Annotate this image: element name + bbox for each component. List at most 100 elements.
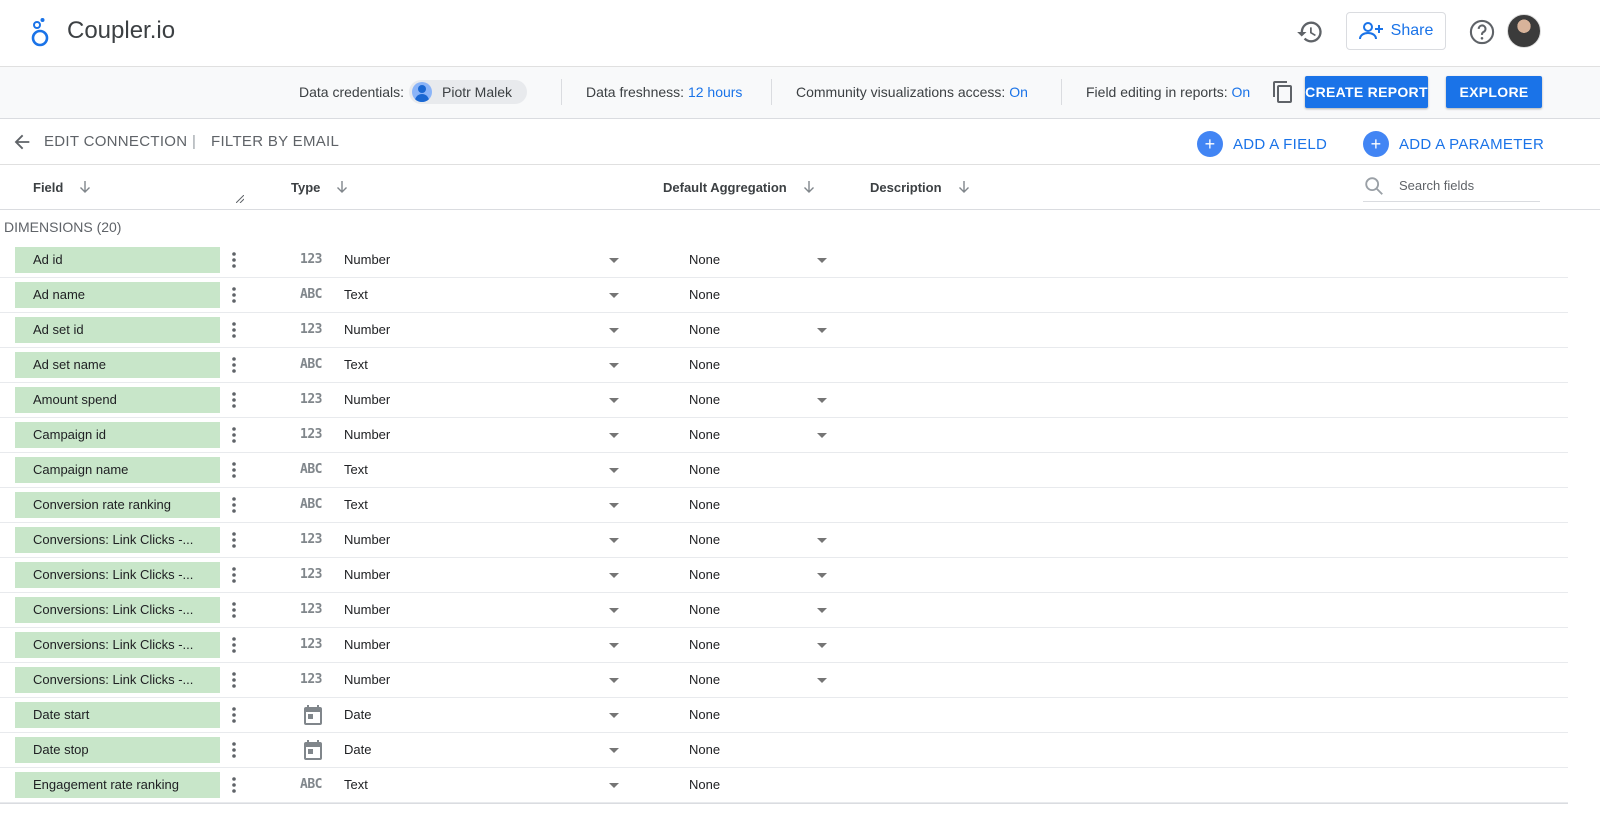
community-value[interactable]: On	[1009, 84, 1028, 100]
aggregation-value[interactable]: None	[689, 322, 720, 337]
field-type-value[interactable]: Text	[344, 357, 368, 372]
aggregation-value[interactable]: None	[689, 602, 720, 617]
field-type-value[interactable]: Number	[344, 532, 390, 547]
explore-button[interactable]: EXPLORE	[1446, 76, 1542, 108]
field-name-chip[interactable]: Conversions: Link Clicks -...	[15, 527, 220, 553]
more-vert-icon[interactable]	[229, 531, 239, 549]
more-vert-icon[interactable]	[229, 601, 239, 619]
field-type-value[interactable]: Number	[344, 252, 390, 267]
aggregation-dropdown-arrow-icon[interactable]	[817, 678, 827, 683]
type-dropdown-arrow-icon[interactable]	[609, 433, 619, 438]
type-dropdown-arrow-icon[interactable]	[609, 783, 619, 788]
aggregation-value[interactable]: None	[689, 392, 720, 407]
field-name-chip[interactable]: Amount spend	[15, 387, 220, 413]
freshness-value[interactable]: 12 hours	[688, 84, 742, 100]
search-fields[interactable]	[1363, 175, 1541, 202]
field-name-chip[interactable]: Campaign id	[15, 422, 220, 448]
type-dropdown-arrow-icon[interactable]	[609, 608, 619, 613]
aggregation-value[interactable]: None	[689, 252, 720, 267]
more-vert-icon[interactable]	[229, 321, 239, 339]
more-vert-icon[interactable]	[229, 706, 239, 724]
field-editing[interactable]: Field editing in reports: On	[1086, 84, 1250, 100]
more-vert-icon[interactable]	[229, 776, 239, 794]
type-dropdown-arrow-icon[interactable]	[609, 468, 619, 473]
share-button[interactable]: Share	[1346, 12, 1446, 50]
field-name-chip[interactable]: Date stop	[15, 737, 220, 763]
field-name-chip[interactable]: Date start	[15, 702, 220, 728]
more-vert-icon[interactable]	[229, 671, 239, 689]
type-dropdown-arrow-icon[interactable]	[609, 293, 619, 298]
field-name-chip[interactable]: Ad id	[15, 247, 220, 273]
aggregation-column-header[interactable]: Default Aggregation	[663, 179, 817, 195]
edit-connection-link[interactable]: EDIT CONNECTION	[44, 133, 187, 150]
type-dropdown-arrow-icon[interactable]	[609, 573, 619, 578]
aggregation-value[interactable]: None	[689, 672, 720, 687]
aggregation-value[interactable]: None	[689, 637, 720, 652]
aggregation-value[interactable]: None	[689, 567, 720, 582]
field-type-value[interactable]: Text	[344, 777, 368, 792]
field-name-chip[interactable]: Campaign name	[15, 457, 220, 483]
field-name-chip[interactable]: Conversions: Link Clicks -...	[15, 562, 220, 588]
more-vert-icon[interactable]	[229, 356, 239, 374]
field-name-chip[interactable]: Conversions: Link Clicks -...	[15, 667, 220, 693]
field-name-chip[interactable]: Engagement rate ranking	[15, 772, 220, 798]
sort-arrow-icon[interactable]	[77, 179, 93, 195]
search-input[interactable]	[1397, 177, 1541, 194]
more-vert-icon[interactable]	[229, 636, 239, 654]
description-column-header[interactable]: Description	[870, 179, 972, 195]
field-type-value[interactable]: Text	[344, 497, 368, 512]
copy-icon[interactable]	[1271, 80, 1295, 104]
history-icon[interactable]	[1296, 18, 1324, 46]
field-type-value[interactable]: Number	[344, 602, 390, 617]
aggregation-dropdown-arrow-icon[interactable]	[817, 538, 827, 543]
field-name-chip[interactable]: Ad set id	[15, 317, 220, 343]
community-visualizations[interactable]: Community visualizations access: On	[796, 84, 1028, 100]
type-dropdown-arrow-icon[interactable]	[609, 678, 619, 683]
type-dropdown-arrow-icon[interactable]	[609, 503, 619, 508]
aggregation-dropdown-arrow-icon[interactable]	[817, 433, 827, 438]
aggregation-value[interactable]: None	[689, 532, 720, 547]
credentials-user-chip[interactable]: Piotr Malek	[409, 80, 527, 104]
type-column-header[interactable]: Type	[291, 179, 350, 195]
type-dropdown-arrow-icon[interactable]	[609, 363, 619, 368]
field-column-header[interactable]: Field	[33, 179, 93, 195]
more-vert-icon[interactable]	[229, 461, 239, 479]
create-report-button[interactable]: CREATE REPORT	[1305, 76, 1428, 108]
field-name-chip[interactable]: Ad name	[15, 282, 220, 308]
aggregation-dropdown-arrow-icon[interactable]	[817, 258, 827, 263]
field-type-value[interactable]: Number	[344, 322, 390, 337]
filter-by-email-link[interactable]: FILTER BY EMAIL	[211, 133, 339, 150]
data-freshness[interactable]: Data freshness: 12 hours	[586, 84, 742, 100]
more-vert-icon[interactable]	[229, 391, 239, 409]
field-type-value[interactable]: Text	[344, 287, 368, 302]
aggregation-dropdown-arrow-icon[interactable]	[817, 643, 827, 648]
back-arrow-icon[interactable]	[11, 131, 33, 153]
sort-arrow-icon[interactable]	[801, 179, 817, 195]
aggregation-dropdown-arrow-icon[interactable]	[817, 398, 827, 403]
field-type-value[interactable]: Number	[344, 427, 390, 442]
field-type-value[interactable]: Number	[344, 392, 390, 407]
field-type-value[interactable]: Date	[344, 742, 371, 757]
type-dropdown-arrow-icon[interactable]	[609, 748, 619, 753]
field-type-value[interactable]: Date	[344, 707, 371, 722]
field-type-value[interactable]: Number	[344, 672, 390, 687]
more-vert-icon[interactable]	[229, 286, 239, 304]
aggregation-dropdown-arrow-icon[interactable]	[817, 573, 827, 578]
aggregation-dropdown-arrow-icon[interactable]	[817, 328, 827, 333]
field-name-chip[interactable]: Conversion rate ranking	[15, 492, 220, 518]
more-vert-icon[interactable]	[229, 741, 239, 759]
field-editing-value[interactable]: On	[1232, 84, 1251, 100]
more-vert-icon[interactable]	[229, 426, 239, 444]
type-dropdown-arrow-icon[interactable]	[609, 538, 619, 543]
add-parameter-button[interactable]: + ADD A PARAMETER	[1363, 131, 1544, 157]
aggregation-value[interactable]: None	[689, 427, 720, 442]
help-icon[interactable]	[1468, 18, 1496, 46]
sort-arrow-icon[interactable]	[956, 179, 972, 195]
sort-arrow-icon[interactable]	[334, 179, 350, 195]
type-dropdown-arrow-icon[interactable]	[609, 713, 619, 718]
type-dropdown-arrow-icon[interactable]	[609, 643, 619, 648]
type-dropdown-arrow-icon[interactable]	[609, 328, 619, 333]
field-name-chip[interactable]: Ad set name	[15, 352, 220, 378]
type-dropdown-arrow-icon[interactable]	[609, 398, 619, 403]
add-field-button[interactable]: + ADD A FIELD	[1197, 131, 1327, 157]
